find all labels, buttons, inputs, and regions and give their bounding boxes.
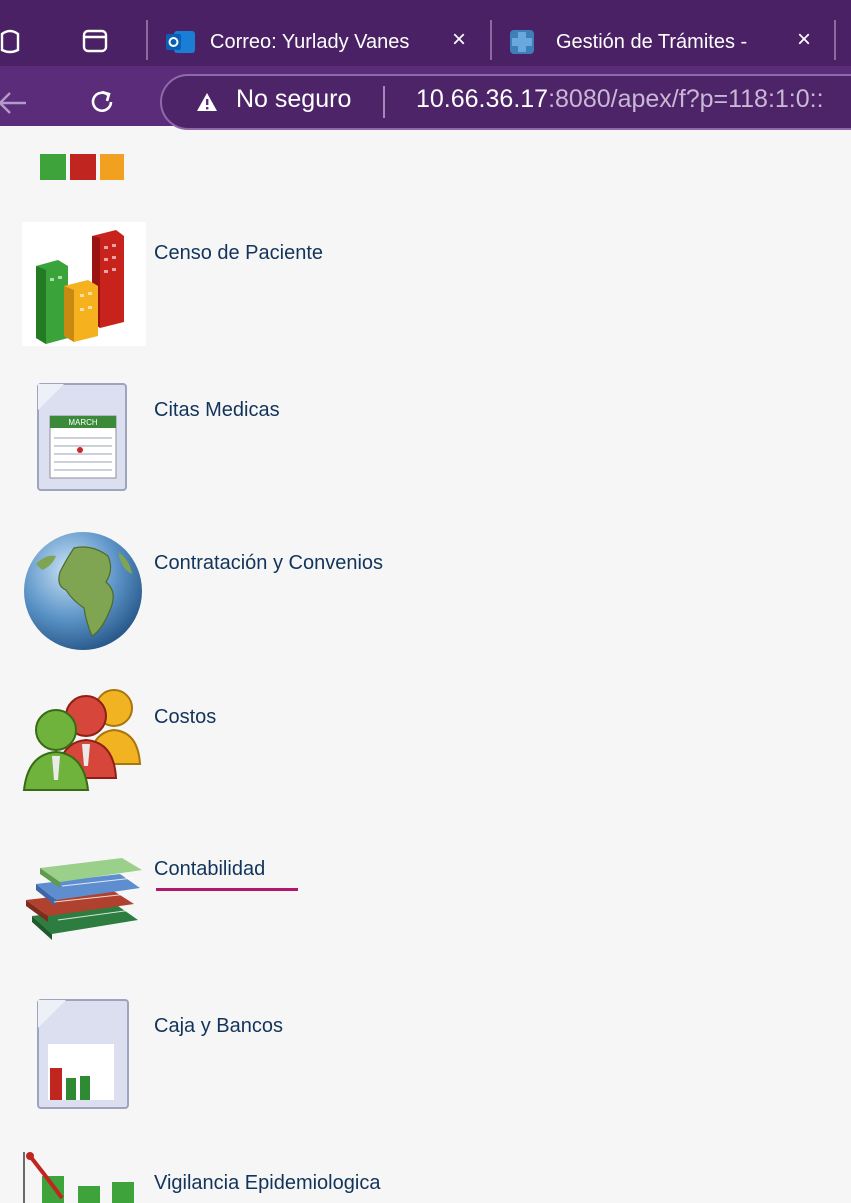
hover-underline [156,888,298,891]
menu-link-costos[interactable]: Costos [154,706,216,729]
workspaces-icon[interactable] [0,26,22,56]
browser-tab-bar: Correo: Yurlady Vanes × Gestión de Trámi… [0,0,851,66]
omnibox-divider [383,86,385,118]
menu-link-vigilancia[interactable]: Vigilancia Epidemiologica [154,1172,380,1195]
refresh-icon[interactable] [86,86,118,118]
warning-icon[interactable] [196,92,218,112]
tab-close-icon[interactable]: × [452,26,466,54]
report-chart-icon[interactable] [36,998,130,1110]
menu-link-contratacion[interactable]: Contratación y Convenios [154,552,383,575]
url-path: :8080/apex/f?p=118:1:0:: [548,85,824,113]
globe-icon[interactable] [22,530,144,652]
site-favicon [510,30,534,54]
calendar-month-label: MARCH [68,418,98,427]
menu-link-contabilidad[interactable]: Contabilidad [154,858,265,881]
url-host: 10.66.36.17 [416,85,549,113]
tab-separator [146,20,148,60]
calendar-icon[interactable]: MARCH [36,382,128,492]
tab-gestion-tramites[interactable]: Gestión de Trámites - [556,22,747,62]
tab-correo[interactable]: Correo: Yurlady Vanes [210,22,409,62]
tab-close-icon[interactable]: × [797,26,811,54]
menu-link-caja[interactable]: Caja y Bancos [154,1015,283,1038]
people-icon[interactable] [22,686,144,794]
trend-chart-icon[interactable] [22,1152,144,1203]
cut-off-chart-icon [40,126,124,182]
tab-separator [490,20,492,60]
books-icon[interactable] [22,848,146,940]
tab-title: Gestión de Trámites - [556,30,748,53]
back-arrow-icon[interactable] [0,88,30,118]
tab-separator [834,20,836,60]
buildings-icon[interactable] [22,222,146,346]
menu-link-censo[interactable]: Censo de Paciente [154,242,323,265]
menu-link-citas[interactable]: Citas Medicas [154,399,280,422]
security-label[interactable]: No seguro [236,85,351,114]
url-text[interactable]: 10.66.36.17:8080/apex/f?p=118:1:0:: [416,85,824,114]
tab-title: Correo: Yurlady Vanes [210,30,410,53]
outlook-icon [166,31,195,53]
tab-actions-icon[interactable] [82,28,108,54]
